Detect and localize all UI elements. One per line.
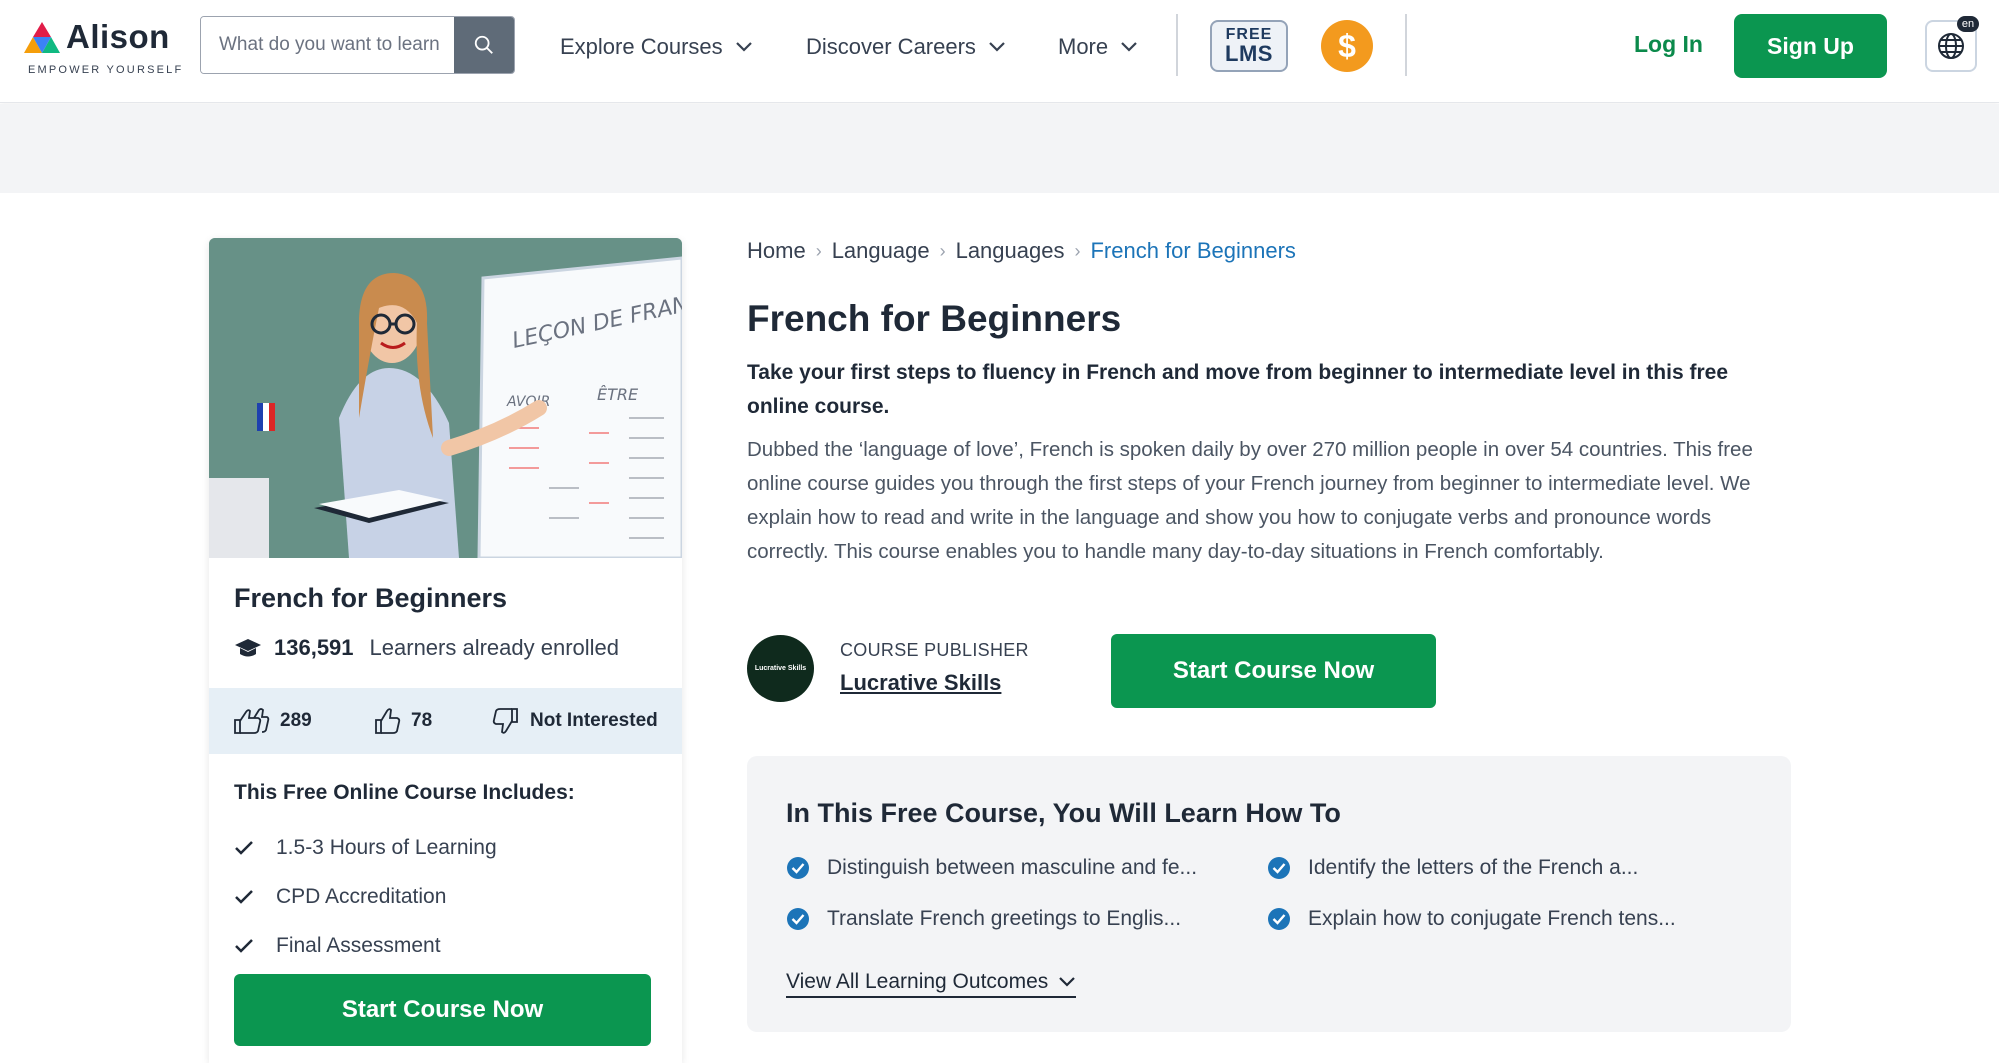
list-item: Translate French greetings to Englis... xyxy=(786,907,1181,931)
coin-symbol: $ xyxy=(1338,27,1356,64)
include-text: Final Assessment xyxy=(276,933,441,957)
chevron-down-icon xyxy=(989,42,1005,52)
list-item: Explain how to conjugate French tens... xyxy=(1267,907,1676,931)
outcome-text: Identify the letters of the French a... xyxy=(1308,856,1639,879)
include-text: 1.5-3 Hours of Learning xyxy=(276,835,497,859)
page-title: French for Beginners xyxy=(747,298,1122,339)
breadcrumb-home[interactable]: Home xyxy=(747,238,806,264)
chevron-right-icon: › xyxy=(939,240,946,261)
course-description: Dubbed the ‘language of love’, French is… xyxy=(747,438,1753,563)
search-input[interactable] xyxy=(201,17,455,73)
view-all-label: View All Learning Outcomes xyxy=(786,970,1049,993)
check-circle-icon xyxy=(1268,857,1290,879)
course-subtitle: Take your first steps to fluency in Fren… xyxy=(747,361,1729,418)
chevron-right-icon: › xyxy=(1074,240,1081,261)
thumbs-up-icon xyxy=(375,708,401,734)
chevron-down-icon xyxy=(1121,42,1137,52)
signup-button[interactable]: Sign Up xyxy=(1734,14,1887,78)
language-selector[interactable]: en xyxy=(1925,16,1979,72)
double-thumbs-up-icon xyxy=(234,708,270,734)
logo-wordmark: Alison xyxy=(66,18,170,55)
alison-logo-icon xyxy=(24,22,60,53)
site-header: Alison EMPOWER YOURSELF Explore Courses … xyxy=(0,0,1999,103)
learners-count: 136,591 xyxy=(274,635,354,660)
nav-more[interactable]: More xyxy=(1058,30,1138,64)
nav-explore-courses[interactable]: Explore Courses xyxy=(560,30,753,64)
includes-title: This Free Online Course Includes: xyxy=(234,781,575,804)
search-icon xyxy=(474,35,493,54)
not-interested-button[interactable]: Not Interested xyxy=(492,707,658,735)
nav-label: Explore Courses xyxy=(560,34,723,59)
includes-list: 1.5-3 Hours of Learning CPD Accreditatio… xyxy=(234,823,497,970)
breadcrumb-language[interactable]: Language xyxy=(832,238,930,264)
list-item: Identify the letters of the French a... xyxy=(1267,856,1638,880)
learning-outcomes-title: In This Free Course, You Will Learn How … xyxy=(786,798,1341,828)
search-bar xyxy=(200,16,515,74)
alison-logo[interactable]: Alison EMPOWER YOURSELF xyxy=(22,18,181,80)
check-circle-icon xyxy=(1268,908,1290,930)
divider xyxy=(1176,14,1178,76)
graduation-cap-icon xyxy=(235,639,261,657)
vote-bar: 289 78 Not Interested xyxy=(209,688,682,754)
course-image: LEÇON DE FRANÇAIS AVOIR ÊTRE xyxy=(209,238,682,558)
view-all-outcomes-link[interactable]: View All Learning Outcomes xyxy=(786,970,1077,998)
list-item: CPD Accreditation xyxy=(234,872,497,921)
outcome-text: Explain how to conjugate French tens... xyxy=(1308,907,1676,930)
breadcrumb-current[interactable]: French for Beginners xyxy=(1090,238,1295,264)
chevron-right-icon: › xyxy=(815,240,822,261)
thumbs-up-button[interactable]: 78 xyxy=(373,707,432,735)
chevron-down-icon xyxy=(735,42,752,52)
publisher-logo[interactable]: Lucrative Skills xyxy=(747,635,814,702)
svg-text:ÊTRE: ÊTRE xyxy=(597,385,639,404)
logo-tagline: EMPOWER YOURSELF xyxy=(28,64,184,76)
course-card: LEÇON DE FRANÇAIS AVOIR ÊTRE French for … xyxy=(209,238,682,1063)
list-item: Final Assessment xyxy=(234,921,497,970)
outcome-text: Distinguish between masculine and fe... xyxy=(827,856,1198,879)
start-course-button[interactable]: Start Course Now xyxy=(1111,634,1436,708)
check-circle-icon xyxy=(787,857,809,879)
ad-banner-area xyxy=(0,104,1999,193)
check-circle-icon xyxy=(787,908,809,930)
lms-line2: LMS xyxy=(1225,41,1273,66)
free-lms-button[interactable]: FREE LMS xyxy=(1210,20,1288,72)
divider xyxy=(1405,14,1407,76)
check-icon xyxy=(235,889,253,904)
search-button[interactable] xyxy=(454,17,514,73)
learning-outcomes-box: In This Free Course, You Will Learn How … xyxy=(747,756,1791,1032)
publisher-logo-text: Lucrative Skills xyxy=(754,665,807,672)
list-item: Distinguish between masculine and fe... xyxy=(786,856,1197,880)
nav-discover-careers[interactable]: Discover Careers xyxy=(806,30,1006,64)
publisher-name-link[interactable]: Lucrative Skills xyxy=(840,670,1001,696)
outcome-text: Translate French greetings to Englis... xyxy=(827,907,1182,930)
learners-label: Learners already enrolled xyxy=(369,635,620,660)
breadcrumb: Home › Language › Languages › French for… xyxy=(747,238,1296,264)
list-item: 1.5-3 Hours of Learning xyxy=(234,823,497,872)
card-start-course-button[interactable]: Start Course Now xyxy=(234,974,651,1046)
like-button[interactable]: 289 xyxy=(232,707,312,735)
lang-badge: en xyxy=(1957,16,1979,32)
nav-label: Discover Careers xyxy=(806,34,976,59)
not-interested-label: Not Interested xyxy=(530,710,658,731)
thumbs-up-count: 78 xyxy=(411,710,433,731)
like-count: 289 xyxy=(280,710,312,731)
breadcrumb-languages[interactable]: Languages xyxy=(956,238,1065,264)
publisher-label: COURSE PUBLISHER xyxy=(840,640,1029,660)
dollar-coin-icon[interactable]: $ xyxy=(1321,20,1373,72)
include-text: CPD Accreditation xyxy=(276,884,447,908)
check-icon xyxy=(235,938,253,953)
learners-enrolled: 136,591 Learners already enrolled xyxy=(234,635,619,661)
card-course-title: French for Beginners xyxy=(234,583,508,613)
login-link[interactable]: Log In xyxy=(1634,31,1703,58)
globe-icon xyxy=(1938,33,1964,59)
thumbs-down-icon xyxy=(492,708,518,734)
nav-label: More xyxy=(1058,34,1109,59)
chevron-down-icon xyxy=(1059,977,1076,987)
check-icon xyxy=(235,840,253,855)
